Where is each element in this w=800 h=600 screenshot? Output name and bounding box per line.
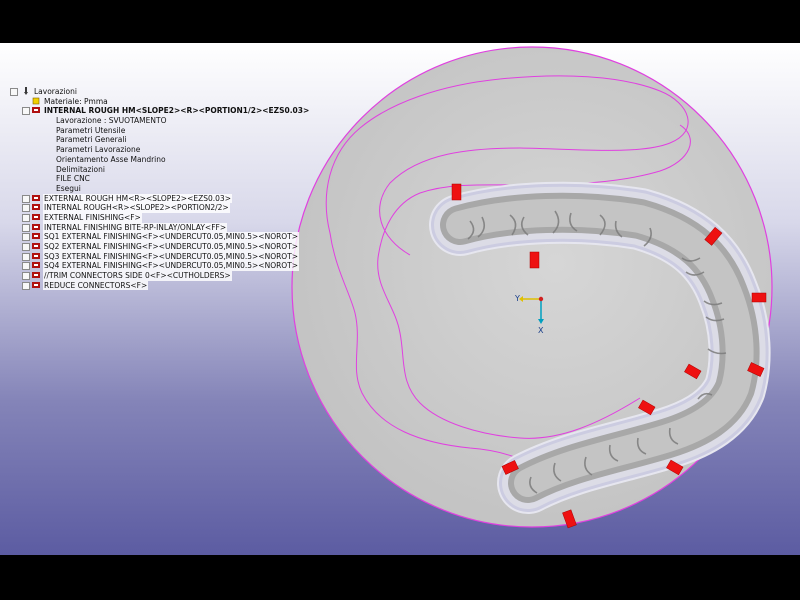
tree-label: SQ2 EXTERNAL FINISHING<F><UNDERCUT0.05,M… [43, 242, 300, 252]
3d-viewport[interactable]: Y X Lavorazioni Materiale: Pmma INTERNAL… [0, 43, 800, 555]
tree-sub-label: Parametri Generali [56, 135, 127, 145]
tree-label: REDUCE CONNECTORS<F> [43, 280, 149, 291]
checkbox[interactable] [22, 107, 30, 116]
operation-icon [32, 243, 40, 249]
operation-icon [32, 213, 40, 220]
checkbox[interactable] [22, 262, 30, 271]
checkbox[interactable] [22, 281, 30, 290]
tree-label: INTERNAL FINISHING BITE-RP-INLAY/ONLAY<F… [43, 222, 228, 233]
connector [529, 251, 540, 269]
operation-icon [32, 262, 40, 269]
operation-icon [32, 194, 40, 201]
tree-sub-label: Parametri Utensile [56, 125, 126, 135]
checkbox[interactable] [22, 252, 30, 261]
tree-label: //TRIM CONNECTORS SIDE 0<F><CUTHOLDERS> [43, 271, 232, 281]
checkbox[interactable] [22, 243, 30, 251]
tree-label: SQ4 EXTERNAL FINISHING<F><UNDERCUT0.05,M… [43, 261, 300, 272]
checkbox[interactable] [22, 223, 30, 232]
operation-icon [32, 223, 40, 230]
tree-label: EXTERNAL FINISHING<F> [43, 212, 142, 223]
tree-label: Lavorazioni [34, 87, 77, 96]
operation-icon [32, 272, 40, 279]
axis-label-x: X [538, 326, 544, 335]
tree-label: INTERNAL ROUGH HM<SLOPE2><R><PORTION1/2>… [44, 106, 310, 116]
tree-sub-label: FILE CNC [56, 174, 90, 184]
tree-label: Materiale: Pmma [44, 96, 108, 106]
axis-label-y: Y [514, 294, 520, 303]
tree-label: INTERNAL ROUGH<R><SLOPE2><PORTION2/2> [43, 203, 230, 213]
checkbox[interactable] [22, 194, 30, 203]
checkbox[interactable] [22, 272, 30, 281]
tree-sub-label: Esegui [56, 183, 81, 193]
operation-icon [32, 204, 40, 211]
connector [451, 183, 462, 201]
wrench-icon [24, 87, 28, 95]
connector [751, 292, 767, 303]
tree-label: SQ1 EXTERNAL FINISHING<F><UNDERCUT0.05,M… [43, 232, 300, 243]
checkbox[interactable] [22, 204, 30, 213]
checkbox[interactable] [22, 233, 30, 242]
tree-sub-label: Lavorazione : SVUOTAMENTO [56, 116, 167, 126]
operation-icon [32, 281, 40, 288]
operation-icon [32, 107, 40, 114]
operation-icon [32, 233, 40, 240]
tree-sub-label: Delimitazioni [56, 164, 105, 174]
operation-icon [32, 252, 40, 259]
tree-sub-label: Parametri Lavorazione [56, 145, 141, 155]
tree-label: EXTERNAL ROUGH HM<R><SLOPE2><EZS0.03> [43, 193, 232, 204]
tree-sub-label: Orientamento Asse Mandrino [56, 154, 166, 164]
material-cube-icon [32, 97, 40, 104]
checkbox[interactable] [10, 88, 18, 96]
checkbox[interactable] [22, 213, 30, 222]
tree-label: SQ3 EXTERNAL FINISHING<F><UNDERCUT0.05,M… [43, 251, 300, 262]
